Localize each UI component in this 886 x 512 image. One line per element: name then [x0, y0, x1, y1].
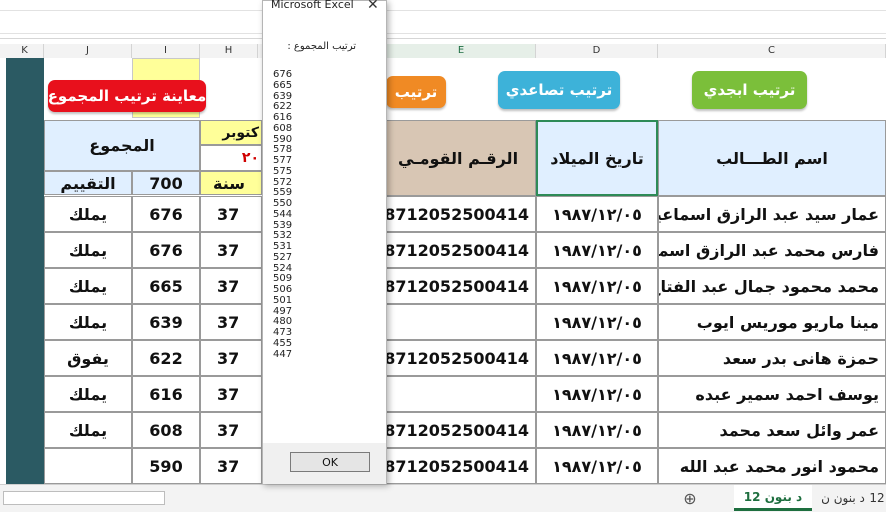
total-cell[interactable]: 608 — [132, 412, 200, 448]
sheet-tab-partial[interactable]: 12 — [868, 485, 886, 511]
age-cell[interactable]: 37 — [200, 340, 262, 376]
student-name-cell[interactable]: محمد محمود جمال عبد الفتاح — [658, 268, 886, 304]
grade-cell[interactable]: يملك — [44, 304, 132, 340]
total-cell[interactable]: 622 — [132, 340, 200, 376]
grade-cell[interactable]: يملك — [44, 232, 132, 268]
national-id-cell[interactable] — [380, 304, 536, 340]
age-cell[interactable]: 37 — [200, 376, 262, 412]
national-id-cell[interactable]: 8712052500414 — [380, 412, 536, 448]
grade-cell[interactable]: يملك — [44, 268, 132, 304]
header-max-score: 700 — [132, 171, 200, 195]
student-name-cell[interactable]: محمود انور محمد عبد الله — [658, 448, 886, 484]
message-dialog: Microsoft Excel ✕ ترتيب المجموع : 676 665… — [262, 0, 387, 484]
sort-alphabetical-button[interactable]: ترتيب ابجدي — [692, 71, 807, 109]
sort-button[interactable]: ترتيب — [386, 76, 446, 108]
sheet-tabs-bar: ⊕ 12 د بنون د بنون ن 12 — [0, 484, 886, 512]
formula-bar — [0, 0, 886, 39]
header-student-name: اسم الطـــالب — [658, 120, 886, 196]
grade-cell[interactable] — [44, 448, 132, 484]
total-cell[interactable]: 665 — [132, 268, 200, 304]
student-name-cell[interactable]: عمار سيد عبد الرازق اسماعيل — [658, 196, 886, 232]
dialog-title: Microsoft Excel — [271, 0, 354, 11]
birth-date-cell[interactable]: ١٩٨٧/١٢/٠٥ — [536, 196, 658, 232]
ok-button[interactable]: OK — [290, 452, 370, 472]
grade-cell[interactable]: يفوق — [44, 340, 132, 376]
student-name-cell[interactable]: فارس محمد عبد الرازق اسماعيل — [658, 232, 886, 268]
total-cell[interactable]: 676 — [132, 196, 200, 232]
sheet-grid: معاينة ترتيب المجموع ترتيب ترتيب تصاعدي … — [0, 58, 886, 484]
column-header-c[interactable]: C — [658, 44, 886, 58]
national-id-cell[interactable]: 8712052500414 — [380, 268, 536, 304]
dialog-body: ترتيب المجموع : 676 665 639 622 616 608 590 578… — [263, 17, 386, 443]
dialog-value: 501 — [273, 294, 293, 306]
national-id-cell[interactable]: 8712052500414 — [380, 196, 536, 232]
column-header-d[interactable]: D — [536, 44, 658, 58]
total-cell[interactable]: 639 — [132, 304, 200, 340]
birth-date-cell[interactable]: ١٩٨٧/١٢/٠٥ — [536, 340, 658, 376]
dialog-value: 544 — [273, 208, 293, 220]
age-cell[interactable]: 37 — [200, 304, 262, 340]
close-icon[interactable]: ✕ — [367, 0, 379, 13]
dialog-footer: OK — [263, 443, 386, 484]
header-year: سنة — [200, 171, 262, 195]
grade-cell[interactable]: يملك — [44, 412, 132, 448]
age-cell[interactable]: 37 — [200, 232, 262, 268]
birth-date-cell[interactable]: ١٩٨٧/١٢/٠٥ — [536, 448, 658, 484]
student-name-cell[interactable]: مينا ماريو موريس ايوب — [658, 304, 886, 340]
dialog-value: 455 — [273, 337, 293, 349]
column-header-e[interactable]: E — [387, 44, 536, 58]
dialog-heading: ترتيب المجموع : — [287, 41, 356, 52]
total-cell[interactable]: 676 — [132, 232, 200, 268]
header-year-value: ٢٠ — [200, 145, 262, 171]
header-october: كتوبر — [200, 120, 262, 145]
header-total: المجموع — [44, 120, 200, 171]
student-name-cell[interactable]: يوسف احمد سمير عبده — [658, 376, 886, 412]
header-birth-date: تاريخ الميلاد — [536, 120, 658, 196]
teal-column — [6, 58, 44, 484]
header-grade: التقييم — [44, 171, 132, 195]
scrollbar-track[interactable] — [3, 491, 165, 505]
age-cell[interactable]: 37 — [200, 268, 262, 304]
student-name-cell[interactable]: حمزة هانى بدر سعد — [658, 340, 886, 376]
dialog-value: 608 — [273, 122, 293, 134]
sort-ascending-button[interactable]: ترتيب تصاعدي — [498, 71, 620, 109]
national-id-cell[interactable]: 8712052500414 — [380, 448, 536, 484]
total-cell[interactable]: 590 — [132, 448, 200, 484]
column-headers: K J I H E D C — [0, 44, 886, 59]
dialog-value: 575 — [273, 165, 293, 177]
formula-input[interactable] — [0, 10, 886, 34]
sheet-tab-active[interactable]: 12 د بنون — [734, 485, 812, 511]
age-cell[interactable]: 37 — [200, 448, 262, 484]
sheet-tab-next[interactable]: د بنون ن — [818, 485, 868, 511]
add-sheet-icon[interactable]: ⊕ — [678, 485, 702, 511]
column-header-j[interactable]: J — [44, 44, 132, 58]
total-cell[interactable]: 616 — [132, 376, 200, 412]
grade-cell[interactable]: يملك — [44, 196, 132, 232]
header-national-id: الرقـم القومـي — [380, 120, 536, 196]
column-header-h[interactable]: H — [200, 44, 258, 58]
student-name-cell[interactable]: عمر وائل سعد محمد — [658, 412, 886, 448]
age-cell[interactable]: 37 — [200, 196, 262, 232]
preview-sort-total-button[interactable]: معاينة ترتيب المجموع — [48, 80, 206, 112]
grade-cell[interactable]: يملك — [44, 376, 132, 412]
birth-date-cell[interactable]: ١٩٨٧/١٢/٠٥ — [536, 268, 658, 304]
national-id-cell[interactable] — [380, 376, 536, 412]
national-id-cell[interactable]: 8712052500414 — [380, 232, 536, 268]
horizontal-scrollbar[interactable] — [0, 485, 168, 511]
column-header-k[interactable]: K — [6, 44, 44, 58]
dialog-values-list: 676 665 639 622 616 608 590 578 577 575 572 559 550 5… — [273, 69, 293, 360]
birth-date-cell[interactable]: ١٩٨٧/١٢/٠٥ — [536, 304, 658, 340]
birth-date-cell[interactable]: ١٩٨٧/١٢/٠٥ — [536, 376, 658, 412]
column-header-i[interactable]: I — [132, 44, 200, 58]
dialog-value: 527 — [273, 251, 293, 263]
dialog-value: 447 — [273, 348, 293, 360]
birth-date-cell[interactable]: ١٩٨٧/١٢/٠٥ — [536, 232, 658, 268]
dialog-value: 665 — [273, 79, 293, 91]
age-cell[interactable]: 37 — [200, 412, 262, 448]
national-id-cell[interactable]: 8712052500414 — [380, 340, 536, 376]
birth-date-cell[interactable]: ١٩٨٧/١٢/٠٥ — [536, 412, 658, 448]
